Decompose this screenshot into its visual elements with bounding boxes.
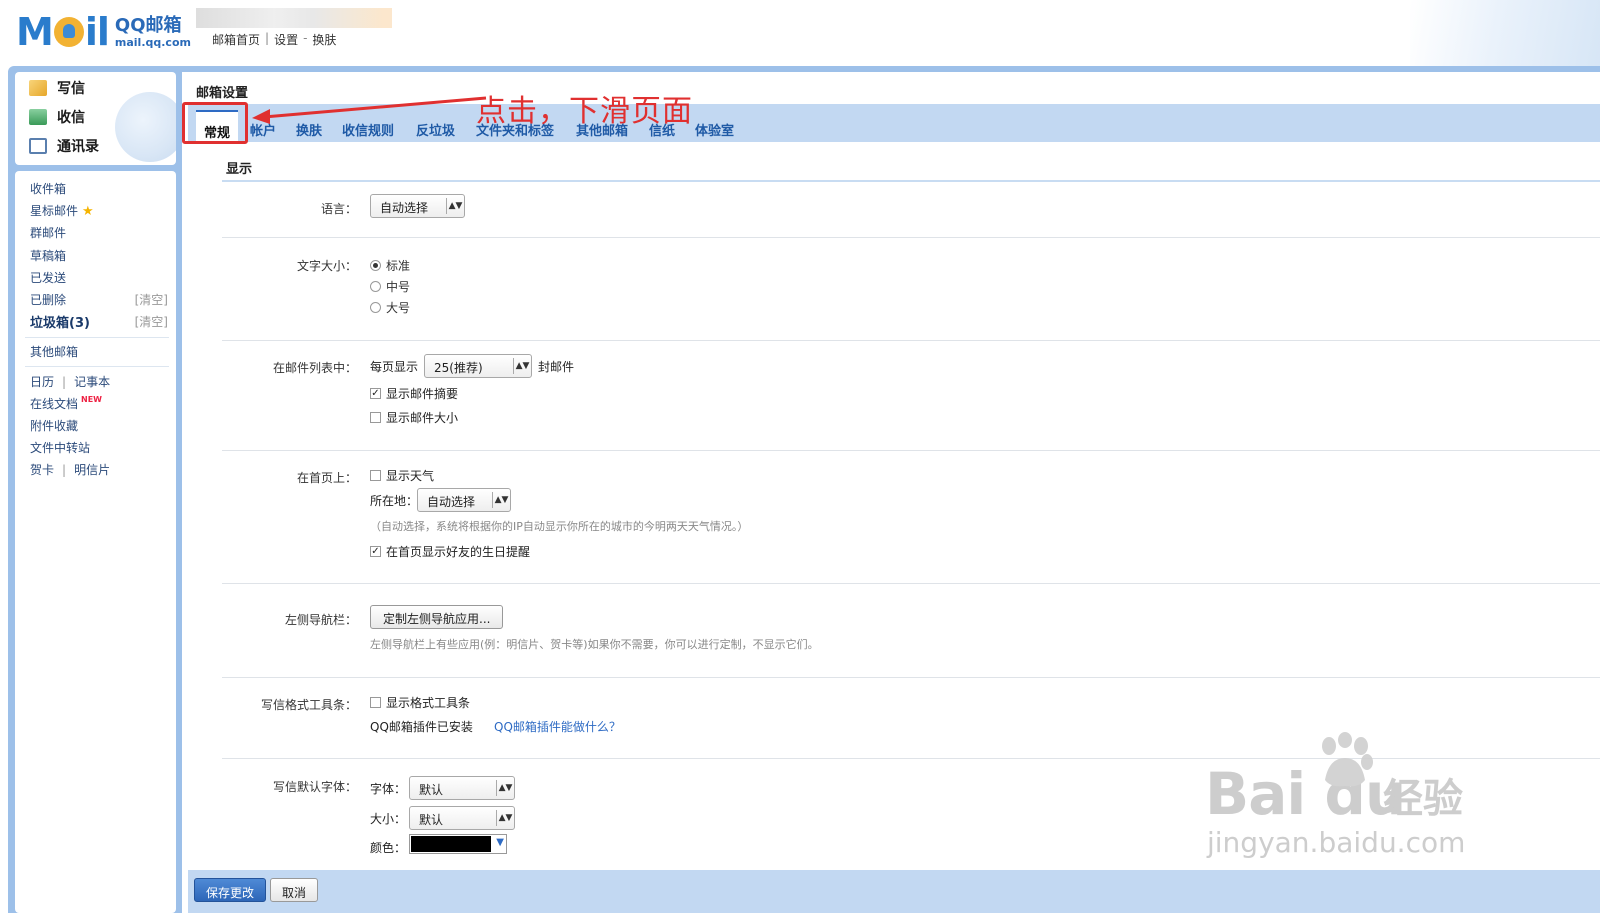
clear-deleted-link[interactable]: [清空] xyxy=(135,291,168,308)
updown-icon: ▲▼ xyxy=(496,780,514,796)
per-page-prefix: 每页显示 xyxy=(370,360,419,374)
folder-drafts[interactable]: 草稿箱 xyxy=(30,247,66,264)
folder-sent[interactable]: 已发送 xyxy=(30,269,66,286)
annotation-highlight-box xyxy=(182,102,248,144)
folder-spam[interactable]: 垃圾箱(3) xyxy=(30,312,90,331)
app-greeting-cards[interactable]: 贺卡 xyxy=(30,463,54,477)
folder-group[interactable]: 群邮件 xyxy=(30,224,66,241)
receive-button[interactable]: 收信 xyxy=(29,106,85,128)
format-toolbar-label: 写信格式工具条： xyxy=(260,698,357,712)
qq-mail-logo[interactable]: Mil QQ邮箱 mail.qq.com xyxy=(16,12,191,52)
font-color-select[interactable]: ▼ xyxy=(409,834,507,854)
left-nav-label: 左侧导航栏： xyxy=(284,613,357,627)
location-label: 所在地： xyxy=(370,494,419,508)
mail-list-label: 在邮件列表中： xyxy=(272,361,357,375)
save-button[interactable]: 保存更改 xyxy=(194,878,267,902)
font-size-large-radio[interactable]: 大号 xyxy=(370,299,410,316)
color-swatch xyxy=(411,836,491,852)
top-header: Mil QQ邮箱 mail.qq.com 邮箱首页 | 设置 - 换肤 xyxy=(0,0,1600,66)
logo-name: QQ邮箱 xyxy=(114,14,182,36)
link-skin[interactable]: 换肤 xyxy=(312,31,336,48)
updown-icon: ▲▼ xyxy=(446,198,464,214)
font-family-select[interactable]: 默认 ▲▼ xyxy=(409,776,515,800)
updown-icon: ▲▼ xyxy=(496,810,514,826)
compose-button[interactable]: 写信 xyxy=(29,77,85,99)
app-attachments[interactable]: 附件收藏 xyxy=(30,417,78,434)
font-size-select[interactable]: 默认 ▲▼ xyxy=(409,806,515,830)
logo-brand: Mil xyxy=(16,10,110,54)
language-select[interactable]: 自动选择 ▲▼ xyxy=(370,194,465,218)
location-hint: （自动选择，系统将根据你的IP自动显示你所在的城市的今明两天天气情况。） xyxy=(370,520,749,533)
contacts-icon xyxy=(29,138,47,154)
new-badge: NEW xyxy=(81,395,102,404)
link-mail-home[interactable]: 邮箱首页 xyxy=(212,31,260,48)
updown-icon: ▲▼ xyxy=(492,492,510,508)
folder-panel: 收件箱 星标邮件 ★ 群邮件 草稿箱 已发送 已删除 [清空] 垃圾箱(3) [清… xyxy=(15,171,176,913)
language-label: 语言： xyxy=(320,202,357,216)
plugin-info-link[interactable]: QQ邮箱插件能做什么？ xyxy=(494,718,621,735)
updown-icon: ▲▼ xyxy=(513,358,531,374)
customize-left-nav-button[interactable]: 定制左侧导航应用... xyxy=(370,605,504,629)
app-calendar[interactable]: 日历 xyxy=(30,375,54,389)
left-nav-hint: 左侧导航栏上有些应用(例：明信片、贺卡等)如果你不需要，你可以进行定制，不显示它… xyxy=(370,638,819,651)
star-icon: ★ xyxy=(82,204,94,219)
app-row-cards: 贺卡 | 明信片 xyxy=(30,463,111,477)
font-size-label: 文字大小： xyxy=(296,259,357,273)
settings-footer: 保存更改 取消 xyxy=(188,870,1600,913)
plugin-status: QQ邮箱插件已安装 xyxy=(370,720,473,734)
receive-icon xyxy=(29,109,47,125)
homepage-label: 在首页上： xyxy=(296,471,357,485)
folder-other-mail[interactable]: 其他邮箱 xyxy=(30,343,78,360)
section-display: 显示 xyxy=(222,156,1600,182)
app-online-docs[interactable]: 在线文档 NEW xyxy=(30,395,102,412)
font-color-label: 颜色： xyxy=(370,841,407,855)
penguin-decoration xyxy=(115,92,176,162)
settings-content: 邮箱设置 常规 帐户 换肤 收信规则 反垃圾 文件夹和标签 其他邮箱 信纸 体验… xyxy=(182,72,1600,913)
page-title: 邮箱设置 xyxy=(196,86,249,101)
annotation-arrow xyxy=(252,96,487,124)
font-family-label: 字体： xyxy=(370,782,407,796)
folder-inbox[interactable]: 收件箱 xyxy=(30,180,66,197)
compose-icon xyxy=(29,80,47,96)
show-birthdays-checkbox[interactable]: ✓ 在首页显示好友的生日提醒 xyxy=(370,543,530,560)
annotation-text: 点击，下滑页面 xyxy=(476,94,693,129)
per-page-select[interactable]: 25(推荐) ▲▼ xyxy=(424,354,532,378)
header-sky-decoration xyxy=(1410,0,1600,66)
chevron-down-icon: ▼ xyxy=(496,837,504,848)
folder-deleted[interactable]: 已删除 xyxy=(30,291,66,308)
logo-domain: mail.qq.com xyxy=(114,35,191,49)
link-settings[interactable]: 设置 xyxy=(274,31,298,48)
quick-actions-panel: 写信 收信 通讯录 xyxy=(15,72,176,165)
qq-mail-window: Mil QQ邮箱 mail.qq.com 邮箱首页 | 设置 - 换肤 写信 收… xyxy=(0,0,1600,913)
location-select[interactable]: 自动选择 ▲▼ xyxy=(417,488,511,512)
show-summary-checkbox[interactable]: ✓ 显示邮件摘要 xyxy=(370,385,458,402)
blurred-user-info xyxy=(196,8,392,28)
contacts-button[interactable]: 通讯录 xyxy=(29,135,99,157)
font-size-select-label: 大小： xyxy=(370,812,407,826)
app-row-calendar-notes: 日历 | 记事本 xyxy=(30,375,111,389)
show-size-checkbox[interactable]: 显示邮件大小 xyxy=(370,409,458,426)
per-page-suffix: 封邮件 xyxy=(538,360,575,374)
font-size-standard-radio[interactable]: 标准 xyxy=(370,257,410,274)
folder-divider xyxy=(25,337,169,338)
show-format-toolbar-checkbox[interactable]: 显示格式工具条 xyxy=(370,694,470,711)
default-font-label: 写信默认字体： xyxy=(272,780,357,794)
folder-starred[interactable]: 星标邮件 ★ xyxy=(30,202,94,219)
cancel-button[interactable]: 取消 xyxy=(270,878,319,902)
folder-divider xyxy=(25,366,169,367)
clear-spam-link[interactable]: [清空] xyxy=(135,313,168,330)
tab-labs[interactable]: 体验室 xyxy=(695,120,734,139)
show-weather-checkbox[interactable]: 显示天气 xyxy=(370,467,434,484)
font-size-medium-radio[interactable]: 中号 xyxy=(370,278,410,295)
app-file-transfer[interactable]: 文件中转站 xyxy=(30,439,90,456)
app-postcards[interactable]: 明信片 xyxy=(74,463,110,477)
app-notes[interactable]: 记事本 xyxy=(74,375,110,389)
header-links: 邮箱首页 | 设置 - 换肤 xyxy=(212,31,337,48)
